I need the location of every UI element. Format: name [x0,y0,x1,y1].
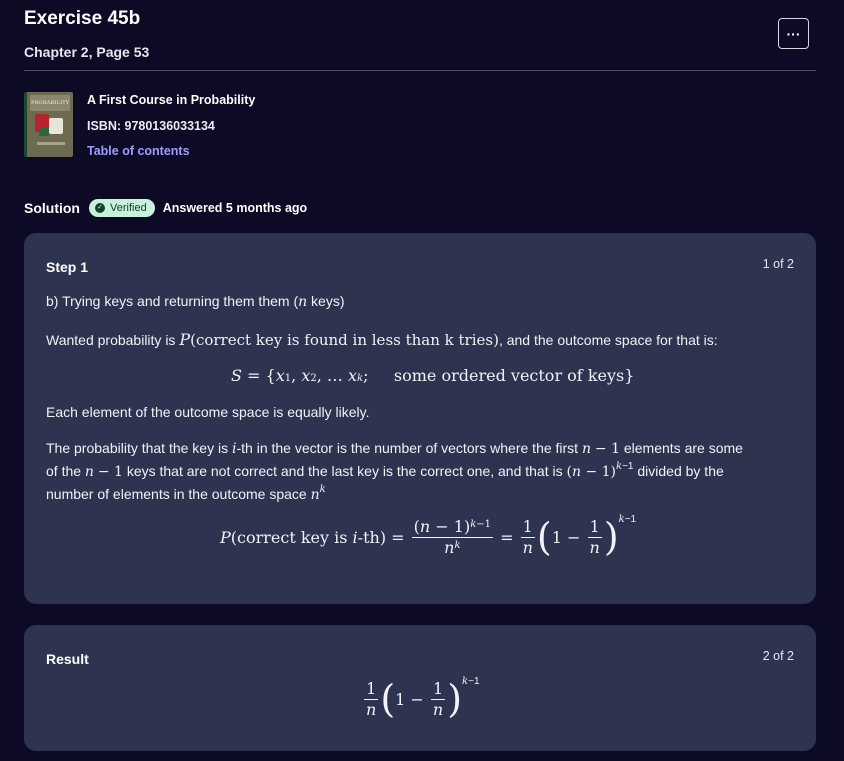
step-line-3: Each element of the outcome space is equ… [46,404,370,420]
chapter-page-label: Chapter 2, Page 53 [24,44,150,60]
outcome-space-equation: S = {x1, x2, … xk; some ordered vector o… [231,366,635,385]
book-isbn: ISBN: 9780136033134 [87,119,215,133]
step-line-1: b) Trying keys and returning them them (… [46,293,345,310]
step-line-5: of the n − 1 keys that are not correct a… [46,461,724,480]
probability-equation: P (correct key is i -th) = (n − 1)k−1 nk = … [220,513,637,559]
result-card: Result 2 of 2 1n (1 − 1 n) k−1 [24,625,816,751]
solution-header: Solution ✓ Verified Answered 5 months ag… [24,198,307,218]
step-line-2: Wanted probability is P(correct key is f… [46,330,718,349]
step-line-6: number of elements in the outcome space … [46,484,326,503]
verified-badge-label: Verified [110,202,147,214]
header-divider [24,70,816,71]
step-1-card: Step 1 1 of 2 b) Trying keys and returni… [24,233,816,604]
result-counter: 2 of 2 [762,649,794,663]
page-header: Exercise 45b Chapter 2, Page 53 [24,8,816,60]
book-cover-image[interactable]: PROBABILITY [24,92,73,157]
result-equation: 1n (1 − 1 n) k−1 [364,675,480,721]
table-of-contents-link[interactable]: Table of contents [87,144,190,158]
step-title: Step 1 [46,259,89,275]
more-options-button[interactable]: ··· [778,18,809,49]
step-line-4: The probability that the key is i-th in … [46,440,743,457]
check-icon: ✓ [95,203,105,213]
answered-time: Answered 5 months ago [162,201,308,215]
step-counter: 1 of 2 [762,257,794,271]
solution-label: Solution [24,200,80,216]
exercise-title: Exercise 45b [24,8,141,29]
result-title: Result [46,651,89,667]
book-cover-title: PROBABILITY [31,100,70,106]
verified-badge: ✓ Verified [89,199,155,217]
book-title[interactable]: A First Course in Probability [87,93,255,107]
